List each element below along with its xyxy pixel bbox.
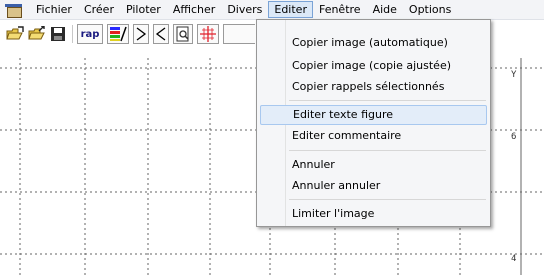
menu-item-editer-commentaire[interactable]: Editer commentaire: [260, 126, 487, 146]
page-preview-icon[interactable]: [173, 24, 193, 44]
rap-button[interactable]: rap: [77, 24, 103, 44]
zoom-prev-icon[interactable]: [153, 24, 169, 44]
save-icon[interactable]: [50, 24, 66, 44]
menu-item-copier-image-ajustee[interactable]: Copier image (copie ajustée): [260, 56, 487, 76]
menu-creer[interactable]: Créer: [78, 1, 120, 18]
menu-item-annuler[interactable]: Annuler: [260, 155, 487, 175]
y-axis-title: Y: [511, 70, 517, 80]
menu-item-copier-image-auto[interactable]: Copier image (automatique): [260, 33, 487, 53]
menu-options[interactable]: Options: [403, 1, 457, 18]
y-tick-label: 6: [511, 132, 517, 142]
crosshair-icon[interactable]: [197, 24, 219, 44]
toolbar-separator: [72, 25, 73, 43]
zoom-next-icon[interactable]: [133, 24, 149, 44]
menu-separator: [289, 150, 486, 151]
editer-dropdown-menu: Copier image (automatique) Copier image …: [256, 19, 491, 227]
menu-divers[interactable]: Divers: [221, 1, 268, 18]
menu-fichier[interactable]: Fichier: [30, 1, 78, 18]
menu-item-copier-rappels[interactable]: Copier rappels sélectionnés: [260, 77, 487, 97]
color-bars-icon[interactable]: [107, 24, 129, 44]
toolbar-button-hidden[interactable]: [223, 24, 255, 44]
menu-separator: [289, 199, 486, 200]
menu-item-limiter-image[interactable]: Limiter l'image: [260, 204, 487, 224]
menu-fenetre[interactable]: Fenêtre: [313, 1, 367, 18]
menu-bar: Fichier Créer Piloter Afficher Divers Ed…: [0, 0, 544, 20]
app-icon[interactable]: [5, 3, 23, 18]
menu-item-editer-texte-figure[interactable]: Editer texte figure: [260, 105, 487, 125]
open-folder-arrow-icon[interactable]: [28, 24, 46, 44]
menu-aide[interactable]: Aide: [367, 1, 403, 18]
menu-piloter[interactable]: Piloter: [120, 1, 167, 18]
y-tick-label: 4: [511, 254, 517, 264]
menu-editer[interactable]: Editer: [268, 1, 313, 18]
open-folder-icon[interactable]: [6, 24, 24, 44]
menu-item-annuler-annuler[interactable]: Annuler annuler: [260, 176, 487, 196]
menu-afficher[interactable]: Afficher: [167, 1, 221, 18]
menu-separator: [289, 100, 486, 101]
